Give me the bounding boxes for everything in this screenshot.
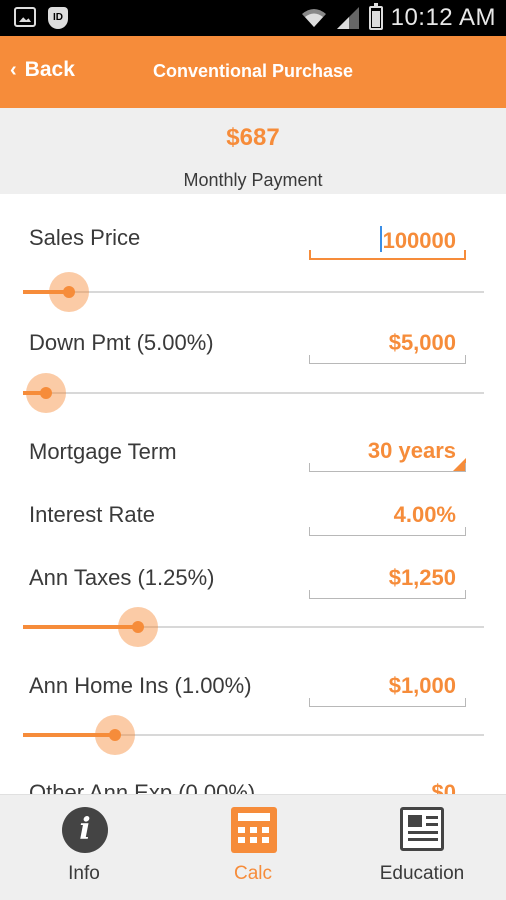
sales-price-slider[interactable] [23, 272, 484, 312]
status-bar: ID 10:12 AM [0, 0, 506, 36]
ann-taxes-slider[interactable] [23, 607, 484, 647]
sales-price-value: 100000 [382, 228, 456, 253]
down-pmt-value: $5,000 [388, 330, 456, 355]
slider-track [23, 291, 484, 293]
ann-home-ins-input[interactable]: $1,000 [309, 673, 466, 707]
monthly-payment-label: Monthly Payment [183, 170, 323, 190]
slider-thumb[interactable] [109, 729, 121, 741]
tab-info-label: Info [68, 863, 100, 884]
ann-taxes-input[interactable]: $1,250 [309, 565, 466, 599]
slider-thumb[interactable] [63, 286, 75, 298]
mortgage-term-label: Mortgage Term [29, 439, 177, 464]
slider-thumb[interactable] [132, 621, 144, 633]
mortgage-term-dropdown[interactable]: 30 years [309, 438, 466, 472]
wifi-icon [301, 9, 326, 27]
ann-home-ins-value: $1,000 [388, 673, 456, 698]
newspaper-icon [400, 807, 444, 851]
app-bar: ‹ Back Conventional Purchase [0, 36, 506, 108]
ann-home-ins-slider[interactable] [23, 715, 484, 755]
tab-calc[interactable]: Calc [169, 795, 337, 900]
interest-rate-value: 4.00% [393, 502, 456, 527]
other-ann-exp-label: Other Ann Exp (0.00%) [29, 780, 256, 794]
tab-education-label: Education [379, 863, 465, 884]
sales-price-label: Sales Price [29, 225, 141, 250]
gallery-icon [14, 7, 36, 27]
interest-rate-label: Interest Rate [29, 502, 155, 527]
down-pmt-label: Down Pmt (5.00%) [29, 330, 214, 355]
signal-icon [336, 7, 359, 29]
slider-thumb[interactable] [40, 387, 52, 399]
info-icon: i [62, 807, 108, 853]
calculator-form: Sales Price 100000 Down Pmt (5.00%) $5,0… [0, 194, 506, 794]
monthly-payment-amount: $687 [226, 124, 280, 151]
status-time: 10:12 AM [390, 4, 496, 31]
tab-info[interactable]: i Info [0, 795, 168, 900]
battery-icon [368, 3, 383, 30]
ann-taxes-label: Ann Taxes (1.25%) [29, 565, 215, 590]
bottom-navigation: i Info Calc Education [0, 794, 506, 900]
page-title: Conventional Purchase [152, 61, 354, 81]
ann-taxes-value: $1,250 [388, 565, 456, 590]
slider-track [23, 392, 484, 394]
other-ann-exp-value: $0 [431, 780, 456, 794]
payment-summary: $687 Monthly Payment [0, 108, 506, 194]
other-ann-exp-input[interactable]: $0 [309, 780, 466, 794]
down-pmt-slider[interactable] [23, 373, 484, 413]
mortgage-term-value: 30 years [367, 438, 456, 463]
down-pmt-input[interactable]: $5,000 [309, 330, 466, 364]
shield-icon: ID [48, 7, 68, 29]
calculator-icon [231, 807, 277, 853]
tab-education[interactable]: Education [338, 795, 506, 900]
interest-rate-input[interactable]: 4.00% [309, 502, 466, 536]
dropdown-indicator-icon [452, 458, 466, 472]
tab-calc-label: Calc [233, 863, 272, 884]
sales-price-input[interactable]: 100000 [309, 226, 466, 260]
ann-home-ins-label: Ann Home Ins (1.00%) [29, 673, 252, 698]
text-caret [379, 226, 382, 252]
